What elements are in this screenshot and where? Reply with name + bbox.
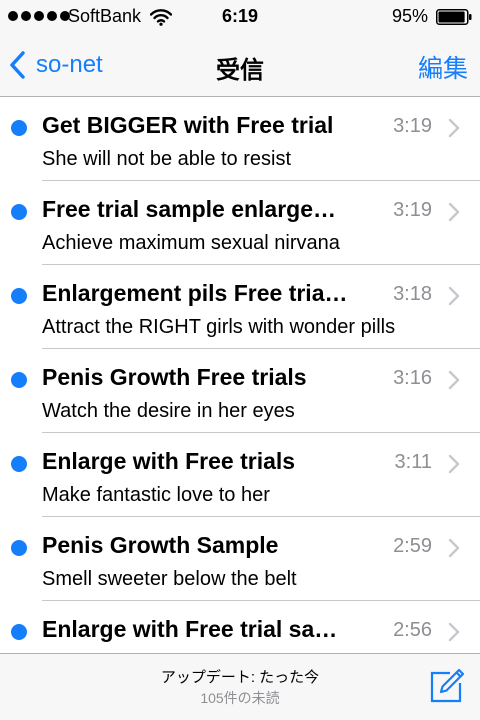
compose-icon[interactable] (428, 667, 466, 705)
battery-percentage: 95% (391, 6, 428, 26)
navigation-bar: so-net 受信 編集 (0, 34, 480, 97)
unread-dot-icon (11, 288, 27, 304)
unread-dot-icon (11, 624, 27, 640)
message-list: Get BIGGER with Free trial 3:19 She will n… (0, 97, 480, 653)
mail-inbox-screen: SoftBank 6:19 95% so-net 受信 編集 Get BIGGE… (0, 0, 480, 720)
message-time: 3:19 (393, 115, 432, 137)
chevron-right-icon (448, 286, 460, 306)
message-time: 3:19 (393, 199, 432, 221)
chevron-right-icon (448, 454, 460, 474)
message-row[interactable]: Penis Growth Free trials 3:16 Watch the de… (0, 349, 480, 433)
message-sender: Free trial sample enlarge… (42, 196, 337, 222)
message-sender: Enlargement pils Free tria… (42, 280, 348, 306)
chevron-right-icon (448, 622, 460, 642)
unread-dot-icon (11, 456, 27, 472)
message-subject: Achieve maximum sexual nirvana (42, 232, 340, 254)
message-subject: Smell sweeter below the belt (42, 568, 297, 590)
message-sender: Penis Growth Sample (42, 532, 279, 558)
message-time: 2:56 (393, 619, 432, 641)
message-sender: Enlarge with Free trials (42, 448, 296, 474)
update-status: アップデート: たった今 (160, 669, 320, 686)
message-subject: She will not be able to resist (42, 148, 292, 170)
unread-dot-icon (11, 540, 27, 556)
message-time: 3:16 (393, 367, 432, 389)
status-bar: SoftBank 6:19 95% (0, 0, 480, 34)
unread-count: 105件の未読 (200, 690, 280, 706)
bottom-toolbar: アップデート: たった今 105件の未読 (0, 653, 480, 720)
edit-button[interactable]: 編集 (418, 49, 468, 85)
chevron-right-icon (448, 370, 460, 390)
message-sender: Penis Growth Free trials (42, 364, 307, 390)
message-row[interactable]: Get BIGGER with Free trial 3:19 She will n… (0, 97, 480, 181)
message-row[interactable]: Enlarge with Free trial sa… 2:56 (0, 601, 480, 653)
unread-dot-icon (11, 204, 27, 220)
message-subject: Attract the RIGHT girls with wonder pill… (42, 316, 396, 338)
battery-icon (436, 9, 472, 25)
message-time: 3:11 (394, 451, 432, 473)
page-title: 受信 (216, 57, 264, 84)
message-subject: Make fantastic love to her (42, 484, 270, 506)
message-subject: Watch the desire in her eyes (42, 400, 295, 422)
chevron-right-icon (448, 202, 460, 222)
message-sender: Enlarge with Free trial sa… (42, 616, 338, 642)
message-row[interactable]: Free trial sample enlarge… 3:19 Achieve ma… (0, 181, 480, 265)
chevron-right-icon (448, 118, 460, 138)
message-time: 3:18 (393, 283, 432, 305)
message-row[interactable]: Enlarge with Free trials 3:11 Make fantast… (0, 433, 480, 517)
message-row[interactable]: Enlargement pils Free tria… 3:18 Attract t… (0, 265, 480, 349)
chevron-right-icon (448, 538, 460, 558)
message-row[interactable]: Penis Growth Sample 2:59 Smell sweeter bel… (0, 517, 480, 601)
message-sender: Get BIGGER with Free trial (42, 112, 334, 138)
unread-dot-icon (11, 372, 27, 388)
unread-dot-icon (11, 120, 27, 136)
message-time: 2:59 (393, 535, 432, 557)
